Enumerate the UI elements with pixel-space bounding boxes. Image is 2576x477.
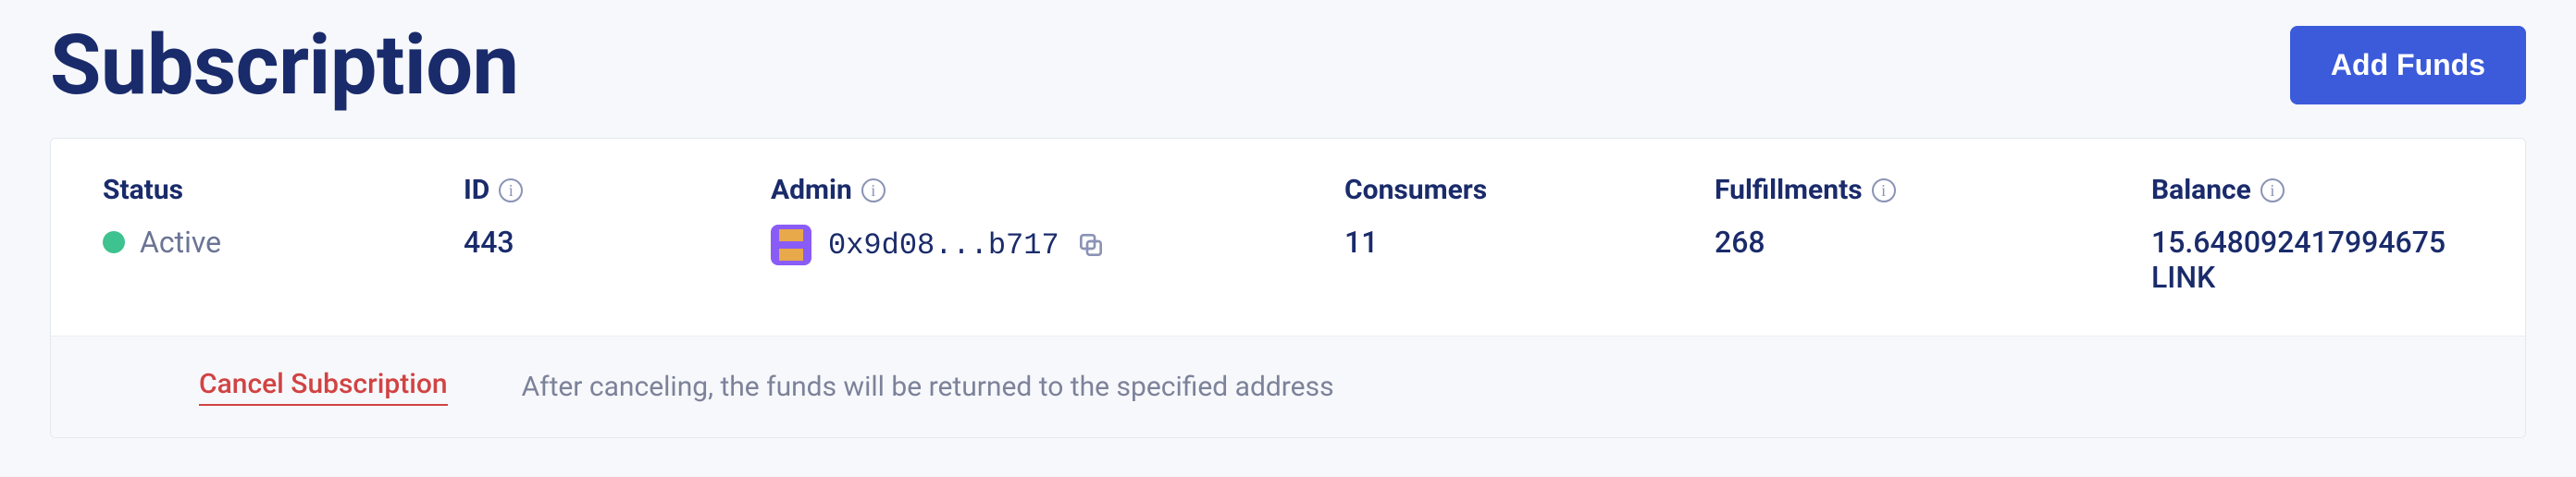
admin-label: Admin	[771, 174, 852, 206]
info-icon[interactable]	[861, 178, 886, 202]
consumers-label: Consumers	[1344, 174, 1487, 206]
balance-column: Balance 15.648092417994675 LINK	[2151, 174, 2473, 295]
info-icon[interactable]	[2260, 178, 2285, 202]
admin-address: 0x9d08...b717	[828, 228, 1059, 263]
admin-column: Admin 0x9d08...b717	[771, 174, 1344, 265]
balance-label: Balance	[2151, 174, 2251, 206]
copy-icon[interactable]	[1076, 230, 1106, 260]
balance-value: 15.648092417994675 LINK	[2151, 225, 2473, 295]
id-value: 443	[464, 225, 771, 260]
status-text: Active	[140, 225, 221, 260]
fulfillments-value: 268	[1715, 225, 2151, 260]
subscription-card: Status Active ID 443 Admin	[50, 138, 2526, 438]
fulfillments-label: Fulfillments	[1715, 174, 1863, 206]
page-title: Subscription	[50, 17, 519, 114]
cancel-subscription-link[interactable]: Cancel Subscription	[199, 368, 448, 406]
status-dot-icon	[103, 231, 125, 253]
status-column: Status Active	[103, 174, 464, 260]
consumers-column: Consumers 11	[1344, 174, 1715, 260]
info-icon[interactable]	[1872, 178, 1896, 202]
status-value: Active	[103, 225, 464, 260]
card-footer: Cancel Subscription After canceling, the…	[51, 336, 2525, 437]
id-column: ID 443	[464, 174, 771, 260]
fulfillments-column: Fulfillments 268	[1715, 174, 2151, 260]
consumers-value: 11	[1344, 225, 1715, 260]
info-icon[interactable]	[499, 178, 523, 202]
status-label: Status	[103, 174, 183, 206]
cancel-description: After canceling, the funds will be retur…	[522, 371, 1334, 403]
id-label: ID	[464, 174, 489, 206]
add-funds-button[interactable]: Add Funds	[2290, 26, 2526, 104]
admin-identicon-icon	[771, 225, 811, 265]
